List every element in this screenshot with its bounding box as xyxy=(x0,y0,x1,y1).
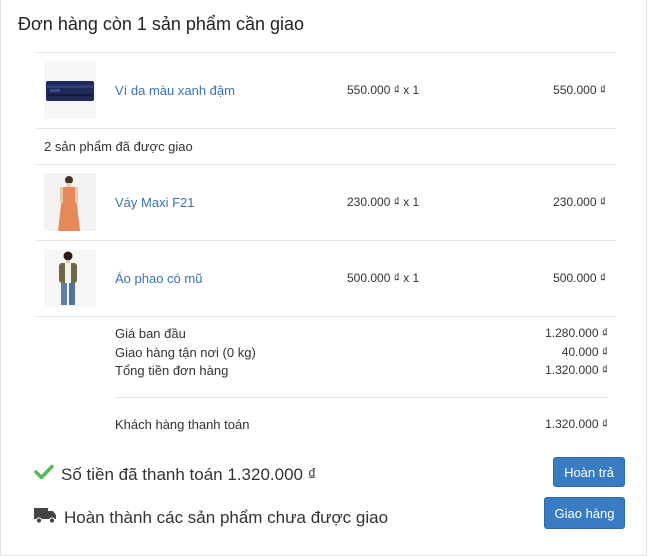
divider xyxy=(115,397,608,398)
panel-title: Đơn hàng còn 1 sản phẩm cần giao xyxy=(18,14,304,34)
fulfill-button[interactable]: Giao hàng xyxy=(544,497,625,529)
unit-price-quantity: 550.000 ₫ x 1 xyxy=(347,83,420,97)
order-summary: Giá ban đầu 1.280.000 ₫ Giao hàng tận nơ… xyxy=(35,317,616,397)
customer-paid-value: 1.320.000 ₫ xyxy=(545,417,608,431)
refund-button[interactable]: Hoàn trả xyxy=(553,457,625,487)
total-label: Tổng tiền đơn hàng xyxy=(115,363,229,378)
payment-status: Số tiền đã thanh toán 1.320.000 ₫ xyxy=(34,464,316,485)
order-fulfillment-panel: Đơn hàng còn 1 sản phẩm cần giao Ví da m… xyxy=(0,0,647,556)
subtotal-label: Giá ban đầu xyxy=(115,326,186,341)
dress-thumbnail xyxy=(44,173,96,231)
check-icon xyxy=(34,464,54,485)
payment-status-text: Số tiền đã thanh toán 1.320.000 ₫ xyxy=(61,464,317,484)
shipping-value: 40.000 ₫ xyxy=(561,345,608,359)
total-line: Tổng tiền đơn hàng 1.320.000 ₫ xyxy=(115,363,608,378)
product-link[interactable]: Áo phao có mũ xyxy=(115,271,202,286)
customer-paid-label: Khách hàng thanh toán xyxy=(115,417,250,432)
total-value: 1.320.000 ₫ xyxy=(545,363,608,377)
line-total: 500.000 ₫ xyxy=(553,271,606,285)
line-total: 230.000 ₫ xyxy=(553,195,606,209)
table-row: Váy Maxi F21 230.000 ₫ x 1 230.000 ₫ xyxy=(35,165,616,240)
fulfillment-status-text: Hoàn thành các sản phẩm chưa được giao xyxy=(64,507,389,527)
customer-paid-line: Khách hàng thanh toán 1.320.000 ₫ xyxy=(115,417,608,432)
product-link[interactable]: Ví da màu xanh đậm xyxy=(115,83,235,98)
line-total: 550.000 ₫ xyxy=(553,83,606,97)
table-row: Áo phao có mũ 500.000 ₫ x 1 500.000 ₫ xyxy=(35,241,616,316)
delivered-count-label: 2 sản phẩm đã được giao xyxy=(44,139,193,154)
customer-paid-row: Khách hàng thanh toán 1.320.000 ₫ xyxy=(35,397,616,454)
delivered-section-header: 2 sản phẩm đã được giao xyxy=(35,129,616,164)
wallet-thumbnail xyxy=(44,61,96,119)
product-link[interactable]: Váy Maxi F21 xyxy=(115,195,194,210)
subtotal-value: 1.280.000 ₫ xyxy=(545,326,608,340)
shipping-label: Giao hàng tận nơi (0 kg) xyxy=(115,345,256,360)
fulfillment-status: Hoàn thành các sản phẩm chưa được giao xyxy=(34,506,388,529)
unit-price-quantity: 500.000 ₫ x 1 xyxy=(347,271,420,285)
truck-icon xyxy=(34,506,57,529)
shipping-line: Giao hàng tận nơi (0 kg) 40.000 ₫ xyxy=(115,345,608,360)
jacket-thumbnail xyxy=(44,249,96,307)
subtotal-line: Giá ban đầu 1.280.000 ₫ xyxy=(115,326,608,341)
table-row: Ví da màu xanh đậm 550.000 ₫ x 1 550.000… xyxy=(35,53,616,128)
unit-price-quantity: 230.000 ₫ x 1 xyxy=(347,195,420,209)
order-items-table: Ví da màu xanh đậm 550.000 ₫ x 1 550.000… xyxy=(35,52,616,454)
